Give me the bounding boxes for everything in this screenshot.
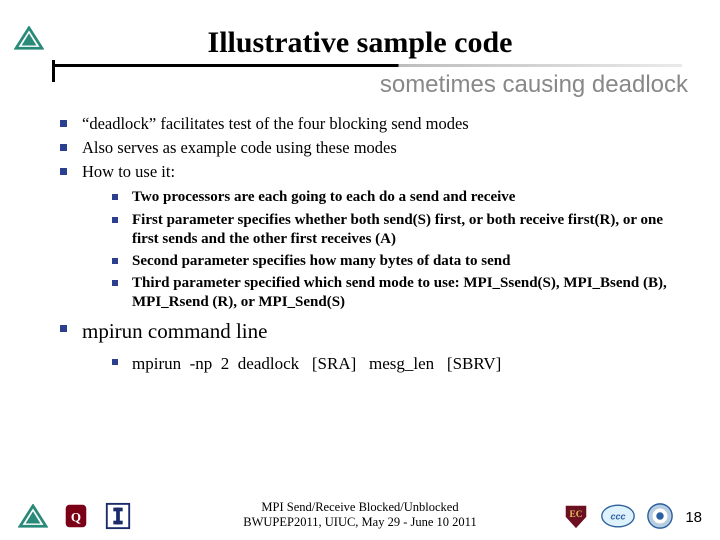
- footer-line-1: MPI Send/Receive Blocked/Unblocked: [243, 500, 476, 515]
- footer-logos-right: EC ccc: [562, 502, 674, 530]
- top-left-logo: [14, 26, 44, 57]
- svg-text:EC: EC: [570, 510, 583, 520]
- bullet-4-text: mpirun command line: [82, 319, 267, 343]
- bullet-4: mpirun command line mpirun -np 2 deadloc…: [56, 318, 686, 375]
- page-number: 18: [685, 509, 702, 526]
- ccc-logo-icon: ccc: [600, 502, 636, 530]
- command-line: mpirun -np 2 deadlock [SRA] mesg_len [SB…: [108, 353, 686, 375]
- seal-logo-icon: [646, 502, 674, 530]
- svg-text:ccc: ccc: [610, 512, 625, 522]
- sub-bullet-1: Two processors are each going to each do…: [108, 188, 686, 207]
- slide-title: Illustrative sample code: [0, 0, 720, 60]
- title-rule: [52, 64, 682, 67]
- footer-text: MPI Send/Receive Blocked/Unblocked BWUPE…: [243, 500, 476, 530]
- triangle-logo-icon: [14, 26, 44, 52]
- bullet-2: Also serves as example code using these …: [56, 137, 686, 158]
- sub-bullet-3: Second parameter specifies how many byte…: [108, 252, 686, 271]
- sub-bullet-4: Third parameter specified which send mod…: [108, 274, 686, 312]
- bullet-3-text: How to use it:: [82, 162, 175, 181]
- bullet-1: “deadlock” facilitates test of the four …: [56, 113, 686, 134]
- footer-line-2: BWUPEP2011, UIUC, May 29 - June 10 2011: [243, 515, 476, 530]
- ec-logo-icon: EC: [562, 502, 590, 530]
- slide: Illustrative sample code sometimes causi…: [0, 0, 720, 540]
- bullet-3: How to use it: Two processors are each g…: [56, 161, 686, 312]
- slide-subtitle: sometimes causing deadlock: [0, 71, 720, 99]
- sub-bullet-2: First parameter specifies whether both s…: [108, 211, 686, 249]
- slide-body: “deadlock” facilitates test of the four …: [56, 113, 686, 375]
